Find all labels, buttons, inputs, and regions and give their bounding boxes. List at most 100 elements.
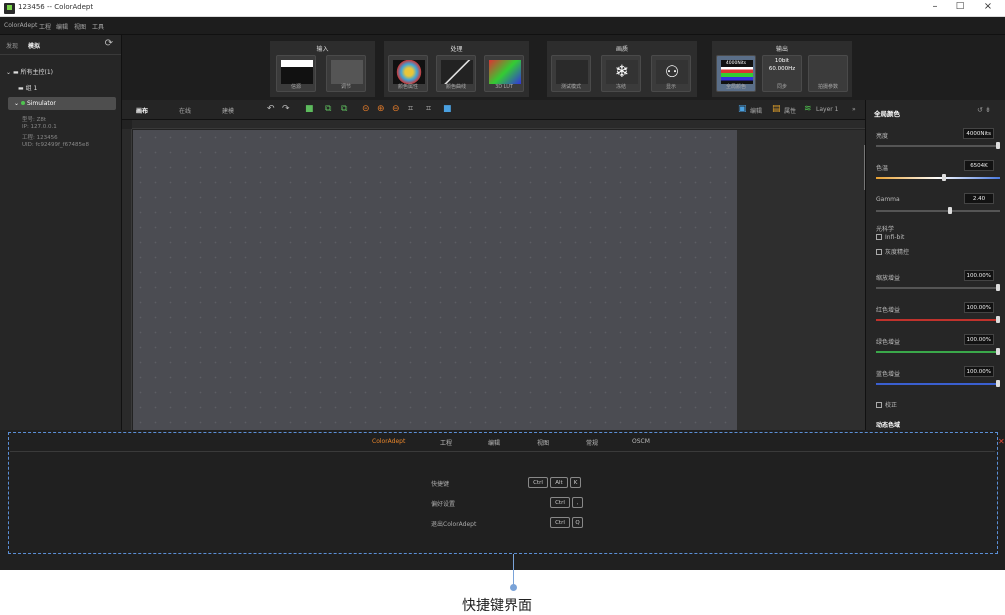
menu-bar: ColorAdept 工程 编辑 视图 工具 [0, 17, 1005, 35]
title-bar: 123456 -- ColorAdept – □ × [0, 0, 1005, 17]
red-gain-slider[interactable] [876, 319, 1000, 321]
edit-label[interactable]: 编辑 [750, 106, 762, 115]
red-gain-input[interactable]: 100.00% [963, 302, 994, 313]
zoom-fit-icon[interactable]: ⊝ [362, 104, 370, 114]
menu-tools[interactable]: 工具 [92, 22, 104, 31]
brightness-control: 亮度 4000Nits [876, 128, 1000, 152]
tree-group[interactable]: ▬ 组 1 [18, 83, 37, 92]
dynamic-gamut-section[interactable]: 动态色域 [876, 420, 900, 429]
tab-view[interactable]: 视图 [537, 438, 549, 447]
ribbon-toolbar: 输入 信源 调节 处理 颜色属性 颜色曲线 3D LUT 画质 测试模式 ❄ 冻结… [122, 35, 1005, 100]
tile-sync[interactable]: 10bit 60.000Hz 同步 [762, 55, 802, 92]
tile-display[interactable]: ⚇ 显示 [651, 55, 691, 92]
gamma-input[interactable]: 2.40 [964, 193, 994, 204]
layer-label[interactable]: Layer 1 [816, 106, 838, 113]
properties-icon[interactable]: ▤ [772, 104, 781, 114]
tile-adjust[interactable]: 调节 [326, 55, 366, 92]
device-uid: UID: fc92499f_f67485e8 [22, 142, 89, 148]
horizontal-ruler [132, 120, 865, 129]
layers-icon[interactable]: ≋ [804, 104, 812, 114]
fit-screen-icon[interactable]: ⌗ [408, 104, 413, 114]
tile-3d-lut[interactable]: 3D LUT [484, 55, 524, 92]
full-screen-icon[interactable]: ⌗ [426, 104, 431, 114]
green-gain-slider[interactable] [876, 351, 1000, 353]
bulb-icon: ⚇ [656, 60, 688, 84]
green-gain-knob[interactable] [996, 348, 1000, 355]
menu-project[interactable]: 工程 [39, 22, 51, 31]
tab-project[interactable]: 工程 [440, 438, 452, 447]
red-gain-control: 红色增益 100.00% [876, 302, 1000, 326]
group-input: 输入 信源 调节 [270, 41, 375, 97]
screen-icon[interactable]: ■ [305, 104, 314, 114]
global-color-panel: 全局颜色 ↺ ⇟ 亮度 4000Nits 色温 6504K Gamma 2.40… [865, 100, 1005, 430]
gamma-control: Gamma 2.40 [876, 193, 1000, 217]
tile-shoot-params[interactable]: 拍摄参数 [808, 55, 848, 92]
tree-root[interactable]: ⌄ ▬ 所有主控(1) [6, 67, 53, 76]
menu-coloradept[interactable]: ColorAdept [4, 22, 37, 29]
colortemp-slider[interactable] [876, 177, 1000, 179]
gray-control-checkbox[interactable]: 灰度精控 [876, 247, 909, 256]
gain-slider[interactable] [876, 287, 1000, 289]
tab-discover[interactable]: 发现 [6, 41, 18, 50]
gain-input[interactable]: 100.00% [963, 270, 994, 281]
blue-gain-input[interactable]: 100.00% [963, 366, 994, 377]
colortemp-input[interactable]: 6504K [964, 160, 994, 171]
gamma-slider[interactable] [876, 210, 1000, 212]
brightness-input[interactable]: 4000Nits [963, 128, 994, 139]
shortcut-tabs: ColorAdept 工程 编辑 视图 常规 OSCM [10, 436, 995, 450]
tab-edit[interactable]: 编辑 [488, 438, 500, 447]
optics-label: 光科学 [876, 226, 895, 233]
vertical-ruler [122, 129, 132, 430]
tab-modeling[interactable]: 建模 [222, 106, 234, 115]
merge-icon[interactable]: ⧉ [341, 104, 347, 114]
app-window: 123456 -- ColorAdept – □ × ColorAdept 工程… [0, 0, 1005, 570]
colortemp-knob[interactable] [942, 174, 946, 181]
correction-checkbox[interactable]: 校正 [876, 400, 897, 409]
minimize-button[interactable]: – [925, 1, 945, 12]
properties-label[interactable]: 属性 [784, 106, 796, 115]
green-gain-input[interactable]: 100.00% [963, 334, 994, 345]
chevron-down-icon: ⌄ [6, 69, 13, 76]
zoom-out-icon[interactable]: ⊖ [392, 104, 400, 114]
more-icon[interactable]: » [852, 106, 856, 113]
infibit-checkbox[interactable]: Infi-bit [876, 234, 904, 241]
close-button[interactable]: × [978, 1, 998, 12]
red-gain-knob[interactable] [996, 316, 1000, 323]
tile-test-mode[interactable]: 测试模式 [551, 55, 591, 92]
tile-source[interactable]: 信源 [276, 55, 316, 92]
undo-icon[interactable]: ↶ [267, 104, 275, 114]
tab-canvas[interactable]: 画布 [136, 106, 148, 115]
tab-simulate[interactable]: 模拟 [28, 41, 40, 50]
zoom-in-icon[interactable]: ⊕ [377, 104, 385, 114]
tab-general[interactable]: 常规 [586, 438, 598, 447]
gamma-knob[interactable] [948, 207, 952, 214]
menu-edit[interactable]: 编辑 [56, 22, 68, 31]
refresh-icon[interactable]: ⟳ [105, 38, 113, 49]
tile-global-color[interactable]: 4000Nits 全局颜色 [716, 55, 756, 92]
simulator-device[interactable]: ⌄ Simulator [8, 97, 116, 110]
tile-color-curve[interactable]: 颜色曲线 [436, 55, 476, 92]
close-icon[interactable]: ✕ [998, 437, 1005, 446]
redo-icon[interactable]: ↷ [282, 104, 290, 114]
colortemp-control: 色温 6504K [876, 160, 1000, 184]
canvas-margin [737, 130, 865, 430]
tile-color-attr[interactable]: 颜色属性 [388, 55, 428, 92]
brightness-knob[interactable] [996, 142, 1000, 149]
brightness-slider[interactable] [876, 145, 1000, 147]
tab-oscm[interactable]: OSCM [632, 438, 650, 445]
editing-canvas[interactable] [133, 130, 737, 430]
reset-icon[interactable]: ↺ ⇟ [977, 106, 991, 114]
tile-freeze[interactable]: ❄ 冻结 [601, 55, 641, 92]
menu-view[interactable]: 视图 [74, 22, 86, 31]
window-title: 123456 -- ColorAdept [18, 3, 94, 11]
blue-gain-knob[interactable] [996, 380, 1000, 387]
export-icon[interactable]: ■ [443, 104, 452, 114]
edit-icon[interactable]: ▣ [738, 104, 747, 114]
key-k: K [570, 477, 581, 488]
maximize-button[interactable]: □ [950, 1, 970, 11]
tab-online[interactable]: 在线 [179, 106, 191, 115]
tab-coloradept[interactable]: ColorAdept [372, 438, 405, 445]
split-icon[interactable]: ⧉ [325, 104, 331, 114]
gain-knob[interactable] [996, 284, 1000, 291]
blue-gain-slider[interactable] [876, 383, 1000, 385]
